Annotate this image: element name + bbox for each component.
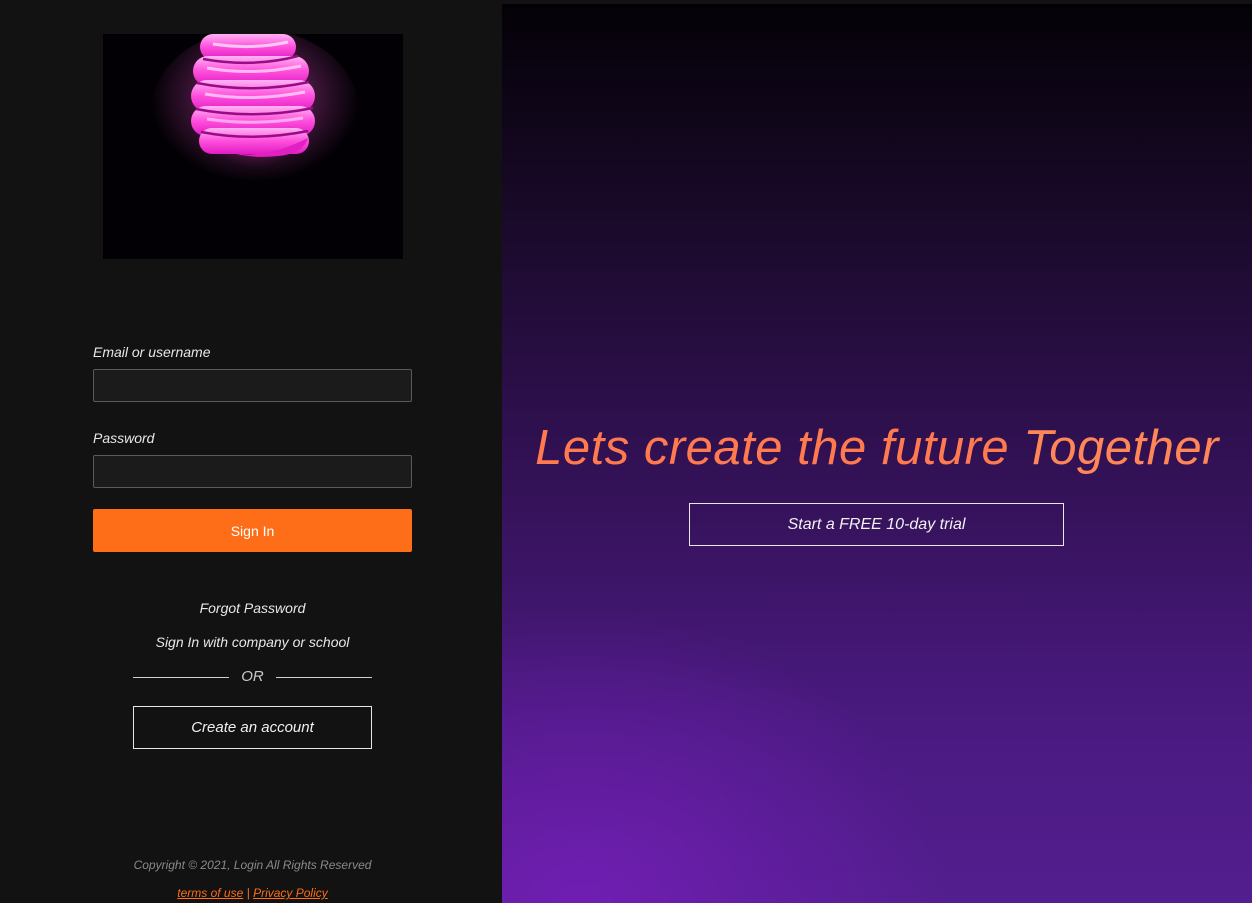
hero-tagline-main: Lets create the future: [535, 421, 1024, 475]
legal-links: terms of use | Privacy Policy: [93, 886, 412, 900]
privacy-policy-link[interactable]: Privacy Policy: [253, 886, 328, 900]
forgot-password-link[interactable]: Forgot Password: [93, 600, 412, 616]
copyright-text: Copyright © 2021, Login All Rights Reser…: [133, 858, 372, 872]
sign-in-button[interactable]: Sign In: [93, 509, 412, 552]
hero-tagline-emphasis: Together: [1023, 421, 1219, 475]
company-sign-in-link[interactable]: Sign In with company or school: [93, 634, 412, 650]
legal-separator: |: [246, 886, 250, 900]
email-field[interactable]: [93, 369, 412, 402]
hero-panel: Lets create the future Together Start a …: [502, 4, 1252, 903]
or-divider: OR: [133, 668, 372, 688]
hero-tagline: Lets create the future Together: [502, 420, 1252, 476]
email-label: Email or username: [93, 344, 211, 360]
start-free-trial-button[interactable]: Start a FREE 10-day trial: [689, 503, 1064, 546]
password-field[interactable]: [93, 455, 412, 488]
login-panel: Email or username Password Sign In Forgo…: [0, 0, 502, 903]
login-page: Email or username Password Sign In Forgo…: [0, 0, 1252, 903]
terms-of-use-link[interactable]: terms of use: [177, 886, 243, 900]
password-label: Password: [93, 430, 155, 446]
create-account-button[interactable]: Create an account: [133, 706, 372, 749]
pink-spiral-lightbulb-image: [103, 34, 403, 259]
divider-line-right: [276, 677, 372, 678]
